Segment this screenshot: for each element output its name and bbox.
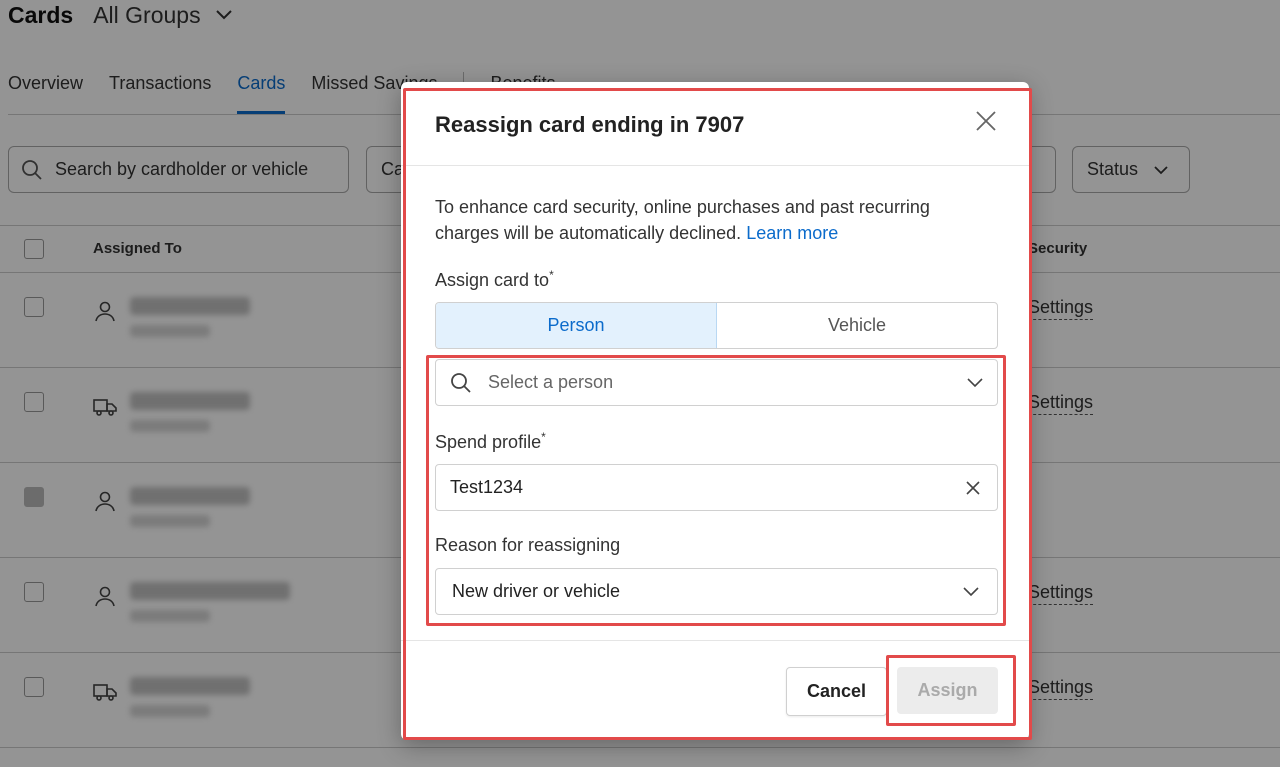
- clear-icon[interactable]: [965, 480, 981, 496]
- assign-type-toggle: Person Vehicle: [435, 302, 998, 349]
- spend-profile-label-text: Spend profile: [435, 432, 542, 452]
- required-mark: *: [541, 430, 546, 444]
- reason-label: Reason for reassigning: [435, 535, 621, 555]
- cancel-button[interactable]: Cancel: [786, 667, 887, 716]
- spend-profile-field[interactable]: Test1234: [435, 464, 998, 511]
- reassign-card-dialog: Reassign card ending in 7907 To enhance …: [401, 82, 1029, 740]
- search-icon: [451, 372, 471, 393]
- chevron-down-icon: [963, 586, 979, 596]
- option-vehicle[interactable]: Vehicle: [717, 303, 997, 348]
- required-mark: *: [549, 268, 554, 282]
- person-search-input[interactable]: [488, 360, 951, 405]
- person-select[interactable]: [435, 359, 998, 406]
- assign-to-label-text: Assign card to: [435, 270, 550, 290]
- reason-value: New driver or vehicle: [452, 581, 621, 601]
- assign-button[interactable]: Assign: [897, 667, 998, 714]
- spend-profile-value[interactable]: Test1234: [450, 477, 965, 498]
- spend-profile-label: Spend profile*: [435, 430, 546, 453]
- reason-select[interactable]: New driver or vehicle: [435, 568, 998, 615]
- assign-to-label: Assign card to*: [435, 268, 554, 291]
- learn-more-link[interactable]: Learn more: [746, 223, 838, 243]
- option-person[interactable]: Person: [436, 303, 717, 348]
- dialog-header: Reassign card ending in 7907: [401, 82, 1029, 166]
- security-notice: To enhance card security, online purchas…: [435, 197, 930, 243]
- dialog-footer-divider: [401, 640, 1029, 641]
- dialog-title: Reassign card ending in 7907: [435, 112, 745, 137]
- chevron-down-icon[interactable]: [967, 377, 983, 388]
- close-icon[interactable]: [973, 108, 999, 134]
- dialog-description: To enhance card security, online purchas…: [435, 194, 995, 246]
